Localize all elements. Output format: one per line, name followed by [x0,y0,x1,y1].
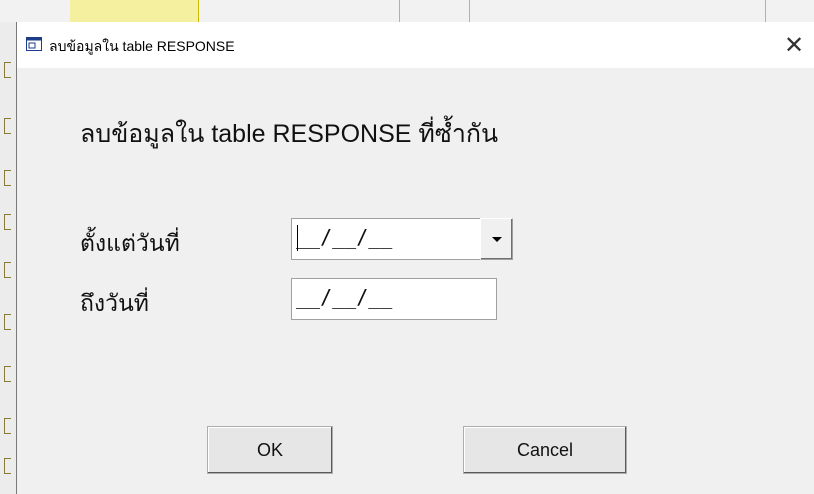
cancel-button[interactable]: Cancel [463,426,627,474]
background-marker [4,366,11,382]
from-date-dropdown-button[interactable] [480,218,513,260]
background-marker [4,314,11,330]
to-date-label: ถึงวันที่ [80,290,149,316]
close-button[interactable]: ✕ [774,22,814,68]
background-grid-line [398,0,400,22]
dialog-title: ลบข้อมูลใน table RESPONSE [49,38,235,54]
from-date-value: __/__/__ [296,225,393,249]
chevron-down-icon [491,236,502,242]
ok-button[interactable]: OK [207,426,333,474]
to-date-input[interactable]: __/__/__ [291,278,497,320]
background-app-strip [0,0,814,23]
window-icon [26,37,42,51]
close-icon: ✕ [783,31,805,59]
delete-duplicates-dialog: ลบข้อมูลใน table RESPONSE ✕ ลบข้อมูลใน t… [16,22,814,494]
background-marker [4,214,11,230]
from-date-label: ตั้งแต่วันที่ [80,230,180,256]
background-app-left [0,22,16,494]
background-marker [4,170,11,186]
from-date-input[interactable]: __/__/__ [291,218,481,260]
background-marker [4,62,11,78]
background-marker [4,262,11,278]
background-marker [4,458,11,474]
to-date-value: __/__/__ [296,285,393,309]
background-grid-line [468,0,470,22]
background-highlight-cell [70,0,199,22]
background-marker [4,118,11,134]
title-bar[interactable]: ลบข้อมูลใน table RESPONSE ✕ [17,22,814,68]
dialog-heading: ลบข้อมูลใน table RESPONSE ที่ซ้ำกัน [80,120,499,148]
background-grid-line [764,0,766,22]
background-marker [4,418,11,434]
